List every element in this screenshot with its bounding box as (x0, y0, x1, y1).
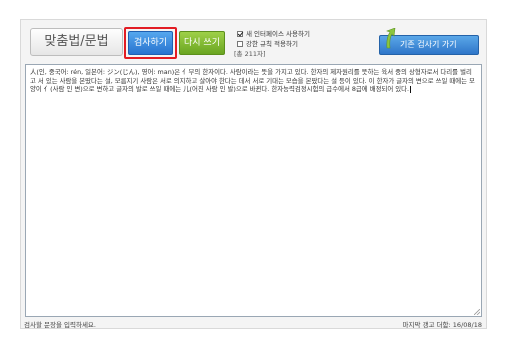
rewrite-button[interactable]: 다시 쓰기 (179, 31, 225, 55)
char-count: [총 211자] (234, 50, 266, 58)
strict-rules-option[interactable]: 강한 규칙 적용하기 (237, 38, 298, 48)
input-hint: 검사할 문장을 입력하세요. (24, 321, 96, 329)
legacy-checker-button[interactable]: 기존 검사기 가기 (379, 28, 479, 55)
spellchecker-panel: 맞춤법/문법 검사하기 다시 쓰기 새 인터페이스 사용하기 강한 규칙 적용하… (20, 19, 487, 329)
strict-rules-label: 강한 규칙 적용하기 (246, 40, 298, 48)
new-interface-checkbox[interactable] (237, 31, 243, 37)
last-update-date: 마지막 갱고 더함: 16/08/18 (402, 321, 482, 329)
spelling-grammar-tab[interactable]: 맞춤법/문법 (30, 28, 123, 56)
text-cursor (410, 85, 412, 93)
legacy-checker-label: 기존 검사기 가기 (400, 40, 457, 49)
new-interface-option[interactable]: 새 인터페이스 사용하기 (237, 28, 310, 38)
strict-rules-checkbox[interactable] (237, 41, 243, 47)
check-button[interactable]: 검사하기 (128, 31, 173, 55)
toolbar: 맞춤법/문법 검사하기 다시 쓰기 새 인터페이스 사용하기 강한 규칙 적용하… (21, 20, 486, 64)
arrow-icon (386, 28, 396, 49)
text-input-area[interactable]: 人(인, 중국어: rén, 일본어: ジン(じん), 영어: man)은 亻부… (25, 64, 482, 317)
resize-grip-icon[interactable] (474, 309, 480, 315)
input-text: 人(인, 중국어: rén, 일본어: ジン(じん), 영어: man)은 亻부… (30, 68, 475, 94)
new-interface-label: 새 인터페이스 사용하기 (246, 30, 310, 38)
